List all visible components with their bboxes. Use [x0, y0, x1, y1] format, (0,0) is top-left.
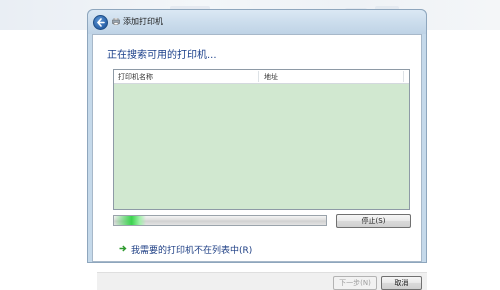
printer-not-listed-label[interactable]: 我需要的打印机不在列表中(R) — [131, 243, 252, 256]
content-panel: 正在搜索可用的打印机... 打印机名称 地址 停止(S) 我需要的打印机不在列表… — [92, 34, 427, 290]
cancel-button[interactable]: 取消 — [381, 276, 422, 290]
add-printer-dialog: 添加打印机 正在搜索可用的打印机... 打印机名称 地址 停止(S) 我需要的打… — [87, 9, 427, 290]
stop-button[interactable]: 停止(S) — [336, 214, 411, 228]
next-button[interactable]: 下一步(N) — [333, 276, 377, 290]
printer-list[interactable]: 打印机名称 地址 — [113, 69, 410, 210]
column-header-printer-name[interactable]: 打印机名称 — [118, 72, 153, 82]
page-heading: 正在搜索可用的打印机... — [107, 50, 217, 61]
search-progress-bar — [113, 215, 327, 226]
dialog-footer: 下一步(N) 取消 — [97, 272, 427, 290]
title-bar: 添加打印机 — [88, 10, 426, 34]
back-arrow-icon — [96, 18, 105, 27]
green-arrow-icon — [119, 245, 127, 252]
back-button[interactable] — [93, 15, 108, 30]
window-title: 添加打印机 — [123, 17, 163, 26]
list-header: 打印机名称 地址 — [114, 70, 409, 84]
column-separator[interactable] — [403, 71, 404, 82]
progress-fill — [114, 216, 146, 225]
printer-icon — [112, 18, 120, 25]
column-header-address[interactable]: 地址 — [264, 72, 278, 82]
column-separator[interactable] — [258, 71, 259, 82]
